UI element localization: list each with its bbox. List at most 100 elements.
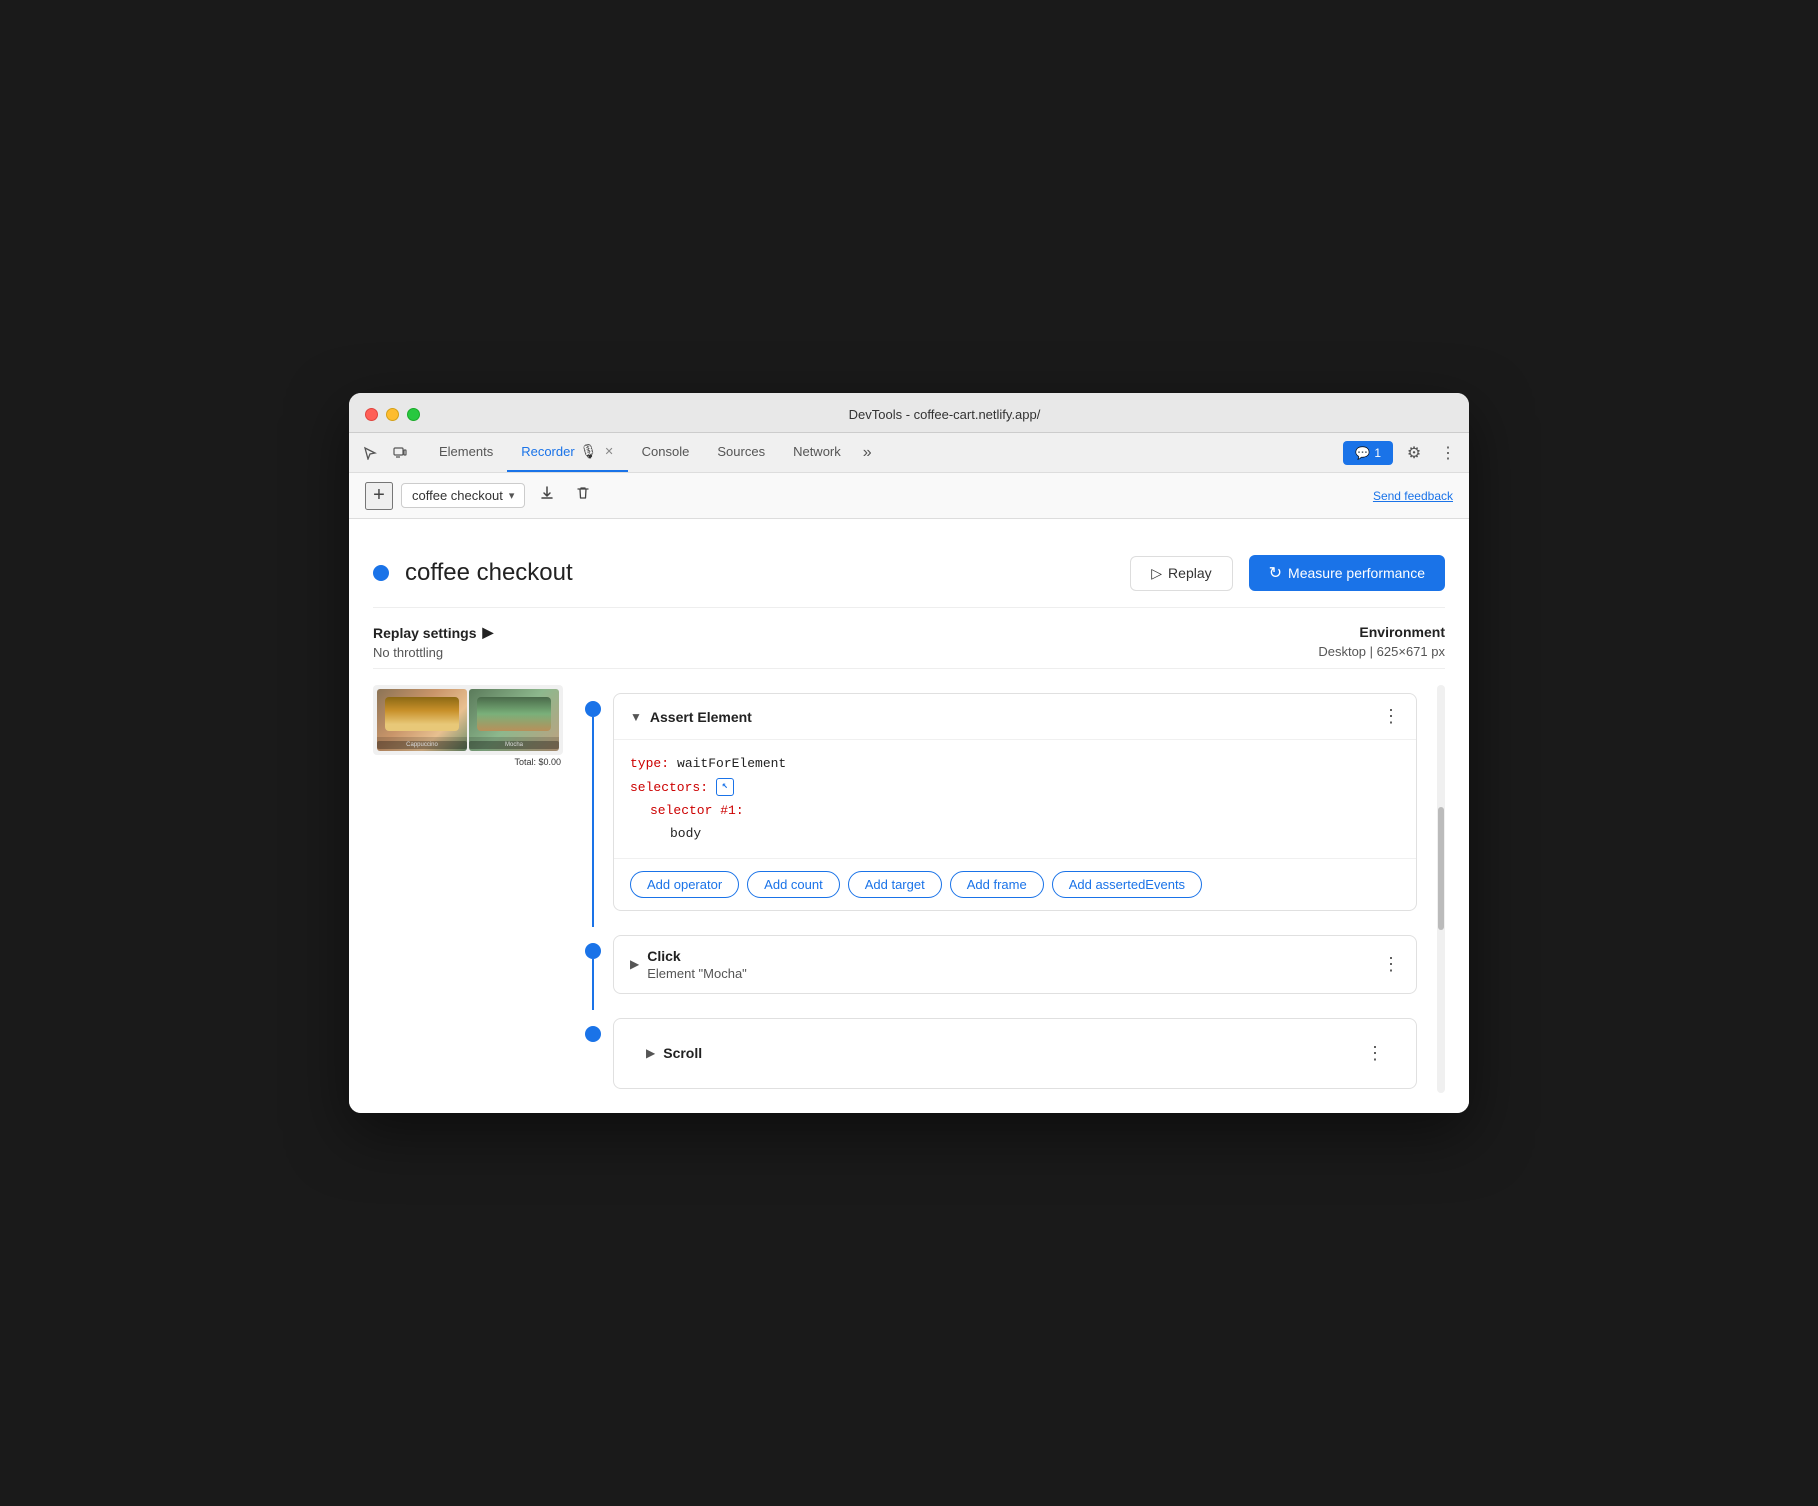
tab-elements-label: Elements	[439, 444, 493, 459]
device-label: Desktop	[1318, 644, 1366, 659]
recording-steps-area: Cappuccino Mocha Total: $0.00	[373, 669, 1445, 1093]
type-key: type:	[630, 752, 669, 775]
ss-label-1: Cappuccino	[377, 741, 467, 749]
close-button[interactable]	[365, 408, 378, 421]
recording-select[interactable]: coffee checkout ▾	[401, 483, 525, 508]
screenshot-frame-2: Mocha	[469, 689, 559, 751]
feedback-count: 1	[1374, 446, 1381, 460]
step-dot-2	[585, 943, 601, 959]
ss-label-2: Mocha	[469, 741, 559, 749]
step-row-click: ▶ Click Element "Mocha" ⋮	[573, 927, 1433, 1010]
assert-element-step: ▼ Assert Element ⋮ type: waitForElement …	[613, 693, 1417, 911]
measure-performance-button[interactable]: ↻ Measure performance	[1249, 555, 1445, 591]
total-label: Total: $0.00	[373, 757, 565, 767]
nav-right-actions: 💬 1 ⚙ ⋮	[1343, 440, 1461, 466]
step-more-assert[interactable]: ⋮	[1382, 706, 1400, 727]
code-selectors-line: selectors: ↖	[630, 776, 1400, 799]
recording-toolbar: + coffee checkout ▾ Send feedback	[349, 473, 1469, 519]
recording-name: coffee checkout	[412, 488, 503, 503]
step-connector-2	[592, 959, 594, 1010]
export-button[interactable]	[533, 481, 561, 510]
step-header-scroll: ▶ Scroll ⋮	[630, 1031, 1400, 1076]
add-frame-button[interactable]: Add frame	[950, 871, 1044, 898]
tab-elements[interactable]: Elements	[425, 433, 507, 472]
selector1-key: selector #1:	[650, 799, 744, 822]
dimensions-label: 625×671 px	[1377, 644, 1445, 659]
collapse-icon-assert[interactable]: ▼	[630, 710, 642, 724]
tab-sources-label: Sources	[717, 444, 765, 459]
more-options-icon[interactable]: ⋮	[1435, 440, 1461, 466]
add-target-button[interactable]: Add target	[848, 871, 942, 898]
replay-label: Replay	[1168, 565, 1212, 581]
tab-recorder-label: Recorder	[521, 444, 574, 459]
close-tab-icon[interactable]: ✕	[604, 445, 613, 458]
code-type-line: type: waitForElement	[630, 752, 1400, 775]
record-icon: 🎙	[580, 443, 598, 460]
settings-gear-icon[interactable]: ⚙	[1401, 440, 1427, 466]
selectors-key: selectors:	[630, 776, 708, 799]
timeline-sidebar: Cappuccino Mocha Total: $0.00	[373, 685, 573, 1093]
settings-bar: Replay settings ▶ No throttling Environm…	[373, 608, 1445, 669]
screenshot-frame-1: Cappuccino	[377, 689, 467, 751]
device-icon[interactable]	[387, 440, 413, 466]
titlebar: DevTools - coffee-cart.netlify.app/	[349, 393, 1469, 433]
step-more-scroll[interactable]: ⋮	[1366, 1043, 1384, 1064]
maximize-button[interactable]	[407, 408, 420, 421]
replay-settings-section: Replay settings ▶ No throttling	[373, 624, 493, 660]
type-val: waitForElement	[677, 752, 786, 775]
collapse-icon-click[interactable]: ▶	[630, 957, 639, 971]
screenshot-strip: Cappuccino Mocha	[373, 685, 563, 755]
recording-header: coffee checkout ▷ Replay ↻ Measure perfo…	[373, 539, 1445, 608]
tab-network[interactable]: Network	[779, 433, 855, 472]
step-name-click: Click	[647, 948, 1374, 964]
step-dot-col-2	[573, 927, 613, 959]
tab-recorder[interactable]: Recorder 🎙 ✕	[507, 433, 627, 472]
recording-title: coffee checkout	[405, 559, 1114, 587]
add-asserted-events-button[interactable]: Add assertedEvents	[1052, 871, 1202, 898]
dimension-separator: |	[1370, 644, 1377, 659]
code-body-line: body	[630, 822, 1400, 845]
step-header-assert: ▼ Assert Element ⋮	[614, 694, 1416, 739]
tab-sources[interactable]: Sources	[703, 433, 779, 472]
tab-console[interactable]: Console	[628, 433, 704, 472]
step-header-click: ▶ Click Element "Mocha" ⋮	[614, 936, 1416, 993]
tab-network-label: Network	[793, 444, 841, 459]
new-recording-button[interactable]: +	[365, 482, 393, 510]
measure-icon: ↻	[1269, 563, 1282, 583]
chevron-down-icon: ▾	[509, 489, 515, 502]
measure-label: Measure performance	[1288, 565, 1425, 581]
step-more-click[interactable]: ⋮	[1382, 954, 1400, 975]
cursor-icon[interactable]	[357, 440, 383, 466]
replay-settings-toggle[interactable]: Replay settings ▶	[373, 624, 493, 641]
collapse-icon-scroll[interactable]: ▶	[646, 1046, 655, 1060]
minimize-button[interactable]	[386, 408, 399, 421]
recording-status-dot	[373, 565, 389, 581]
send-feedback-link[interactable]: Send feedback	[1373, 489, 1453, 503]
add-count-button[interactable]: Add count	[747, 871, 840, 898]
step-body-assert: type: waitForElement selectors: ↖ select…	[614, 739, 1416, 858]
step-dot-col-3	[573, 1010, 613, 1042]
selector1-val: body	[670, 822, 701, 845]
step-connector-1	[592, 717, 594, 927]
step-sub-click: Element "Mocha"	[647, 964, 1374, 981]
nav-icons	[357, 440, 413, 466]
more-tabs-icon[interactable]: »	[855, 440, 880, 466]
delete-button[interactable]	[569, 481, 597, 510]
click-step: ▶ Click Element "Mocha" ⋮	[613, 935, 1417, 994]
step-dot-col-1	[573, 685, 613, 717]
scrollbar[interactable]	[1437, 685, 1445, 1093]
step-dot-3	[585, 1026, 601, 1042]
step-name-scroll: Scroll	[663, 1045, 1358, 1061]
nav-tabs: Elements Recorder 🎙 ✕ Console Sources Ne…	[425, 433, 1343, 472]
step-row-scroll: ▶ Scroll ⋮	[573, 1010, 1433, 1093]
device-info: Desktop | 625×671 px	[1318, 644, 1445, 659]
add-operator-button[interactable]: Add operator	[630, 871, 739, 898]
replay-button[interactable]: ▷ Replay	[1130, 556, 1232, 591]
step-row-assert: ▼ Assert Element ⋮ type: waitForElement …	[573, 685, 1433, 927]
scrollbar-thumb	[1438, 807, 1444, 929]
main-content: coffee checkout ▷ Replay ↻ Measure perfo…	[349, 519, 1469, 1113]
replay-play-icon: ▷	[1151, 565, 1162, 582]
selector-picker-icon[interactable]: ↖	[716, 778, 734, 796]
window-title: DevTools - coffee-cart.netlify.app/	[436, 407, 1453, 422]
feedback-count-button[interactable]: 💬 1	[1343, 441, 1393, 465]
